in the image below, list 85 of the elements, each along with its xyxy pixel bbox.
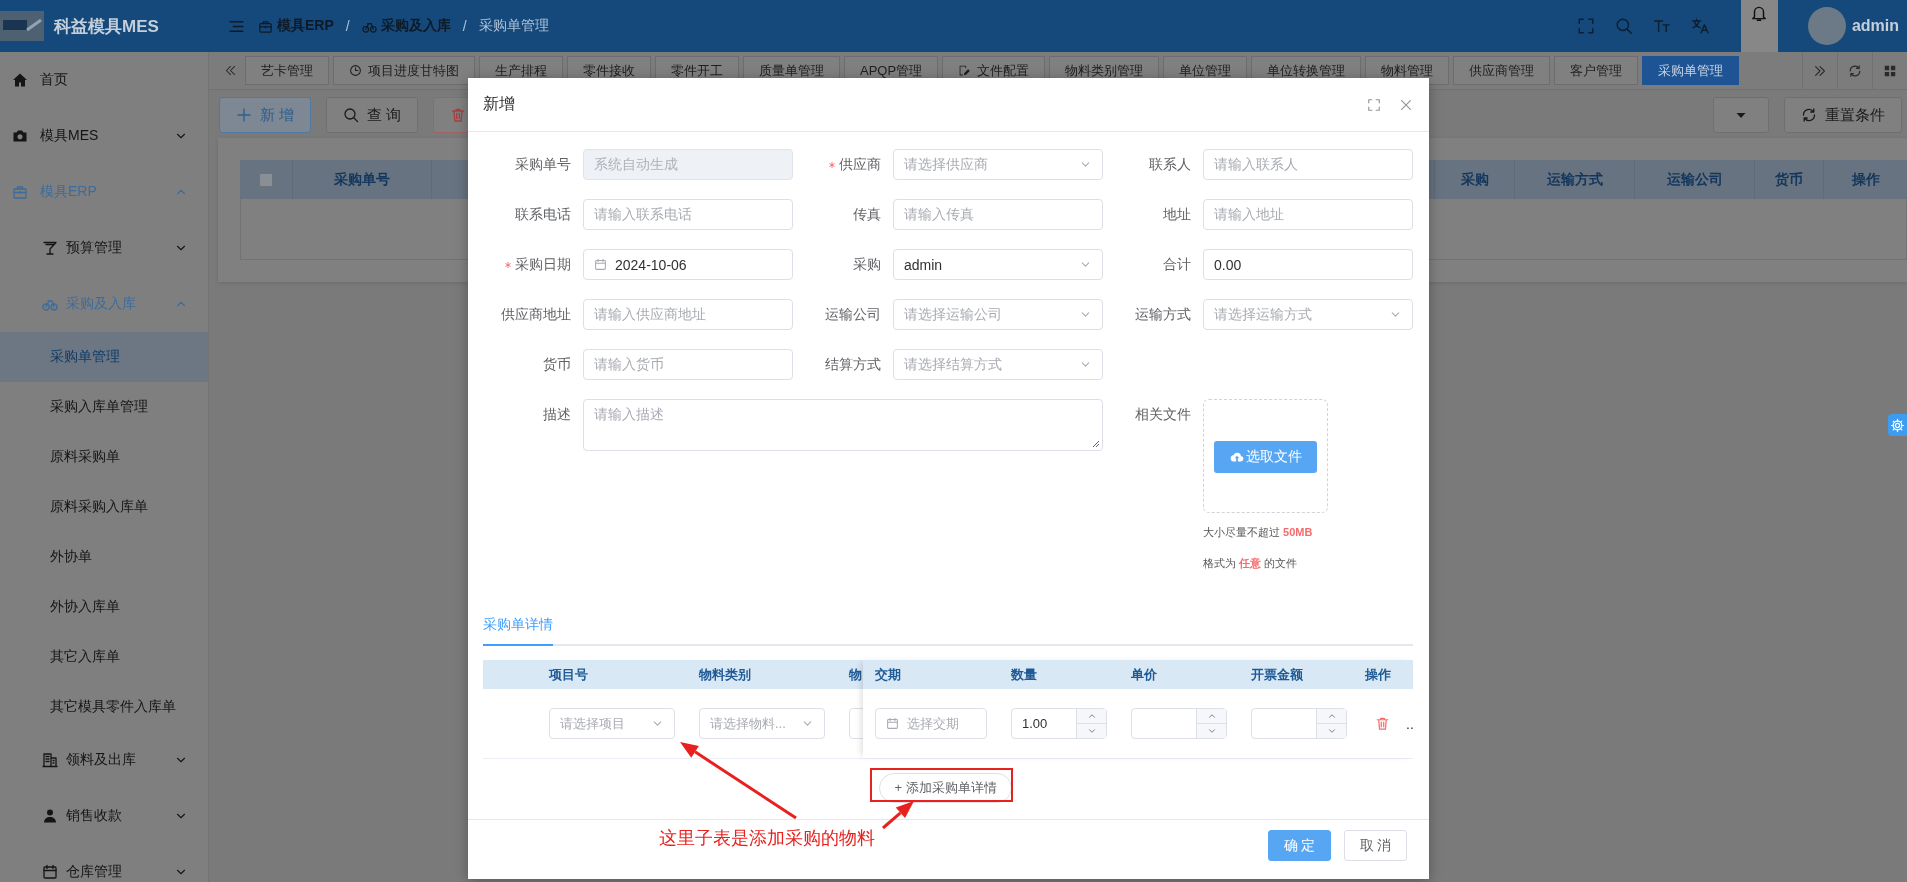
field-label: 联系电话 bbox=[515, 205, 571, 224]
search-button[interactable]: 查 询 bbox=[326, 97, 419, 133]
menu-item[interactable]: 其它入库单 bbox=[0, 632, 208, 682]
select-field[interactable]: 请选择供应商 bbox=[893, 149, 1103, 180]
column-header: 单价 bbox=[1131, 665, 1157, 684]
menu-item[interactable]: 外协入库单 bbox=[0, 582, 208, 632]
field-label: 运输公司 bbox=[825, 305, 881, 324]
breadcrumb-item: 采购单管理 bbox=[478, 17, 549, 35]
field-label: 货币 bbox=[543, 355, 571, 374]
field-label: 相关文件 bbox=[1135, 405, 1191, 424]
breadcrumb-separator: / bbox=[345, 18, 350, 34]
text-field[interactable]: 请输入地址 bbox=[1203, 199, 1413, 230]
upload-hint: 大小尽量不超过 50MB bbox=[1203, 525, 1314, 540]
tab[interactable]: 采购单管理 bbox=[1642, 56, 1740, 85]
field-label: 描述 bbox=[543, 405, 571, 424]
date-field[interactable]: 选择交期 bbox=[875, 708, 987, 739]
date-field[interactable]: 2024-10-06 bbox=[583, 249, 793, 280]
select-field[interactable]: 请选择运输公司 bbox=[893, 299, 1103, 330]
menu-item[interactable]: 销售收款 bbox=[0, 788, 208, 844]
field-label: 采购单号 bbox=[515, 155, 571, 174]
upload-area[interactable]: 选取文件 bbox=[1203, 399, 1328, 513]
select-field[interactable]: 请选择物料... bbox=[699, 708, 825, 739]
column-header: 采购单号 bbox=[293, 160, 432, 199]
field-label: 运输方式 bbox=[1135, 305, 1191, 324]
text-field[interactable]: 请输入联系人 bbox=[1203, 149, 1413, 180]
upload-hint: 格式为 任意 的文件 bbox=[1203, 556, 1299, 571]
annotation-text: 这里子表是添加采购的物料 bbox=[659, 827, 875, 850]
select-field[interactable]: 请选择项目 bbox=[549, 708, 675, 739]
field-label: 供应商地址 bbox=[501, 305, 571, 324]
menu-item[interactable]: 首页 bbox=[0, 52, 208, 108]
reset-button[interactable]: 重置条件 bbox=[1784, 97, 1902, 133]
menu-item[interactable]: 采购单管理 bbox=[0, 332, 208, 382]
column-header: 操作 bbox=[1850, 169, 1881, 189]
text-field[interactable]: 0.00 bbox=[1203, 249, 1413, 280]
menu-item[interactable]: 领料及出库 bbox=[0, 732, 208, 788]
column-header: 货币 bbox=[1755, 160, 1824, 199]
field-label: 联系人 bbox=[1149, 155, 1191, 174]
text-field[interactable]: 请输入传真 bbox=[893, 199, 1103, 230]
tab[interactable]: 供应商管理 bbox=[1453, 56, 1551, 85]
tab[interactable]: 项目进度甘特图 bbox=[333, 56, 475, 85]
field-label: 采购日期 bbox=[515, 255, 571, 274]
column-header: 开票金额 bbox=[1251, 665, 1303, 684]
text-field[interactable]: 请输入供应商地址 bbox=[583, 299, 793, 330]
column-header: 运输公司 bbox=[1635, 160, 1755, 199]
tab[interactable]: 艺卡管理 bbox=[245, 56, 329, 85]
column-header: 操作 bbox=[1365, 665, 1391, 684]
column-header: 物料类别 bbox=[699, 665, 751, 684]
column-header: 项目号 bbox=[549, 665, 588, 684]
menu-item[interactable]: 仓库管理 bbox=[0, 844, 208, 882]
column-header: 数量 bbox=[1011, 665, 1037, 684]
column-header: 物 bbox=[849, 665, 862, 684]
field-label: 地址 bbox=[1163, 205, 1191, 224]
column-header: 采购 bbox=[1435, 160, 1515, 199]
app-title: 科益模具MES bbox=[54, 15, 159, 38]
textarea-field[interactable]: 请输入描述 bbox=[583, 399, 1103, 451]
menu-item[interactable]: 外协单 bbox=[0, 532, 208, 582]
cancel-button[interactable]: 取 消 bbox=[1344, 830, 1407, 861]
select-field[interactable]: admin bbox=[893, 249, 1103, 280]
menu-item[interactable]: 预算管理 bbox=[0, 220, 208, 276]
tab[interactable]: 采购单详情 bbox=[483, 606, 553, 646]
field-label: 结算方式 bbox=[825, 355, 881, 374]
text-field[interactable]: 请输入货币 bbox=[583, 349, 793, 380]
select-field[interactable]: 请选择结算方式 bbox=[893, 349, 1103, 380]
field-label: 传真 bbox=[853, 205, 881, 224]
text-field[interactable]: 请输入联系电话 bbox=[583, 199, 793, 230]
menu-item[interactable]: 原料采购入库单 bbox=[0, 482, 208, 532]
number-field[interactable]: 1.00 bbox=[1011, 708, 1107, 739]
field-label: 合计 bbox=[1163, 255, 1191, 274]
field-label: 供应商 bbox=[839, 155, 881, 174]
user-name[interactable]: admin bbox=[1851, 17, 1899, 35]
column-header: 运输方式 bbox=[1515, 160, 1635, 199]
menu-item[interactable]: 其它模具零件入库单 bbox=[0, 682, 208, 732]
select-field[interactable]: 请选择运输方式 bbox=[1203, 299, 1413, 330]
breadcrumb-separator: / bbox=[462, 18, 467, 34]
tab[interactable]: 客户管理 bbox=[1554, 56, 1639, 85]
menu-item[interactable]: 模具MES bbox=[0, 108, 208, 164]
confirm-button[interactable]: 确 定 bbox=[1268, 830, 1331, 861]
upload-button[interactable]: 选取文件 bbox=[1214, 441, 1317, 473]
add-row-button[interactable]: + 添加采购单详情 bbox=[879, 773, 1012, 803]
menu-item[interactable]: 原料采购单 bbox=[0, 432, 208, 482]
column-header: 交期 bbox=[875, 665, 901, 684]
dialog-title: 新增 bbox=[483, 94, 516, 114]
field-label: 采购 bbox=[853, 255, 881, 274]
more-text: .. bbox=[1406, 715, 1414, 732]
menu-item[interactable]: 采购入库单管理 bbox=[0, 382, 208, 432]
